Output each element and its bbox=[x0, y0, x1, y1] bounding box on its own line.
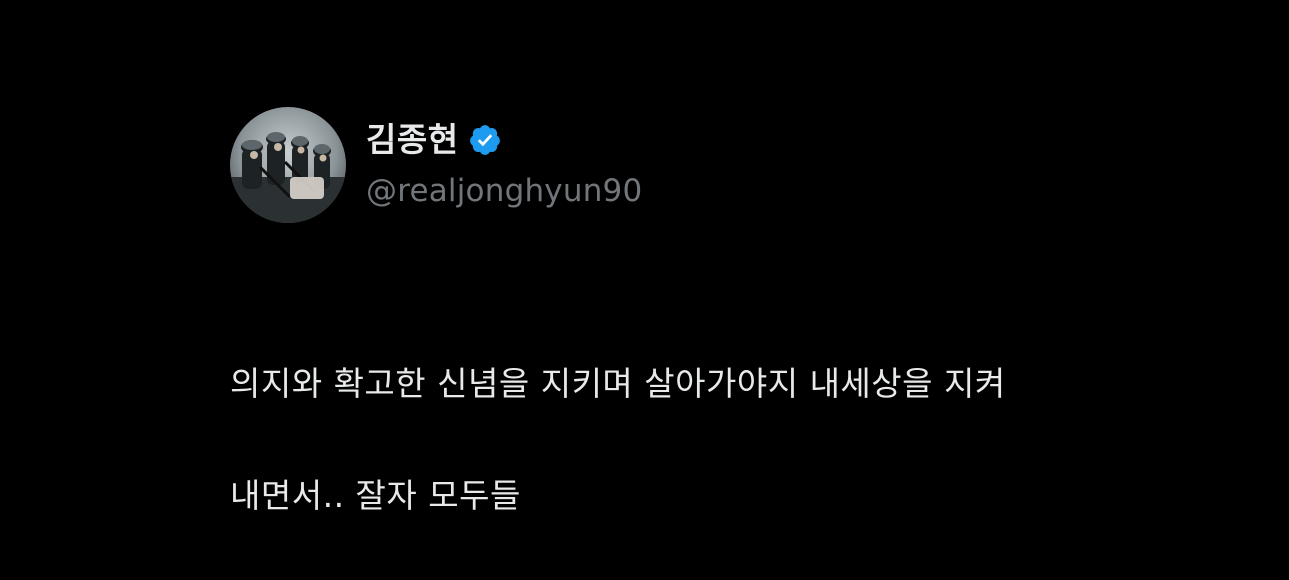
tweet-text-line-2: 내면서.. 잘자 모두들 bbox=[230, 476, 521, 515]
tweet-text: 의지와 확고한 신념을 지키며 살아가야지 내세상을 지켜 내면서.. 잘자 모… bbox=[230, 300, 1230, 580]
author-display-name[interactable]: 김종현 bbox=[366, 118, 459, 162]
name-row: 김종현 bbox=[366, 118, 642, 162]
author-info: 김종현 @realjonghyun90 bbox=[366, 118, 642, 218]
tweet-card: 김종현 @realjonghyun90 의지와 확고한 신념을 지키며 살아가야… bbox=[0, 0, 1289, 515]
author-handle[interactable]: @realjonghyun90 bbox=[366, 170, 642, 212]
tweet-text-line-1: 의지와 확고한 신념을 지키며 살아가야지 내세상을 지켜 bbox=[230, 364, 1006, 403]
profile-photo-soldiers-icon bbox=[230, 107, 346, 223]
verified-badge-icon bbox=[469, 125, 500, 155]
author-avatar[interactable] bbox=[230, 107, 346, 223]
